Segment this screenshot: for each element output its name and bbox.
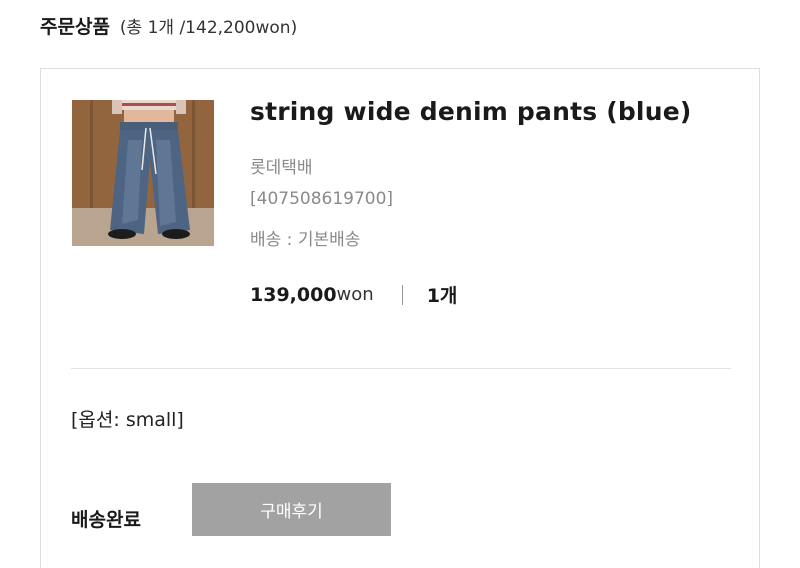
courier-name: 롯데택배 [250,158,313,178]
delivery-status: 배송완료 [71,509,141,531]
price-amount: 139,000 [250,283,337,306]
delivery-method: 배송 : 기본배송 [250,230,361,250]
write-review-button[interactable]: 구매후기 [192,483,391,536]
order-products-header: 주문상품 (총 1개 /142,200won) [40,12,297,39]
quantity: 1개 [426,285,458,307]
price-unit: won [336,284,374,305]
price-quantity-row: 139,000 won 1개 [250,281,457,308]
order-summary: (총 1개 /142,200won) [119,18,298,38]
section-title: 주문상품 [40,16,110,38]
product-name[interactable]: string wide denim pants (blue) [250,97,692,126]
tracking-number[interactable]: [407508619700] [250,189,393,209]
product-image[interactable] [72,100,214,246]
divider [71,368,731,369]
order-item-card: string wide denim pants (blue) 롯데택배 [407… [40,68,760,568]
divider [401,284,403,305]
option-text: [옵션: small] [71,409,184,431]
